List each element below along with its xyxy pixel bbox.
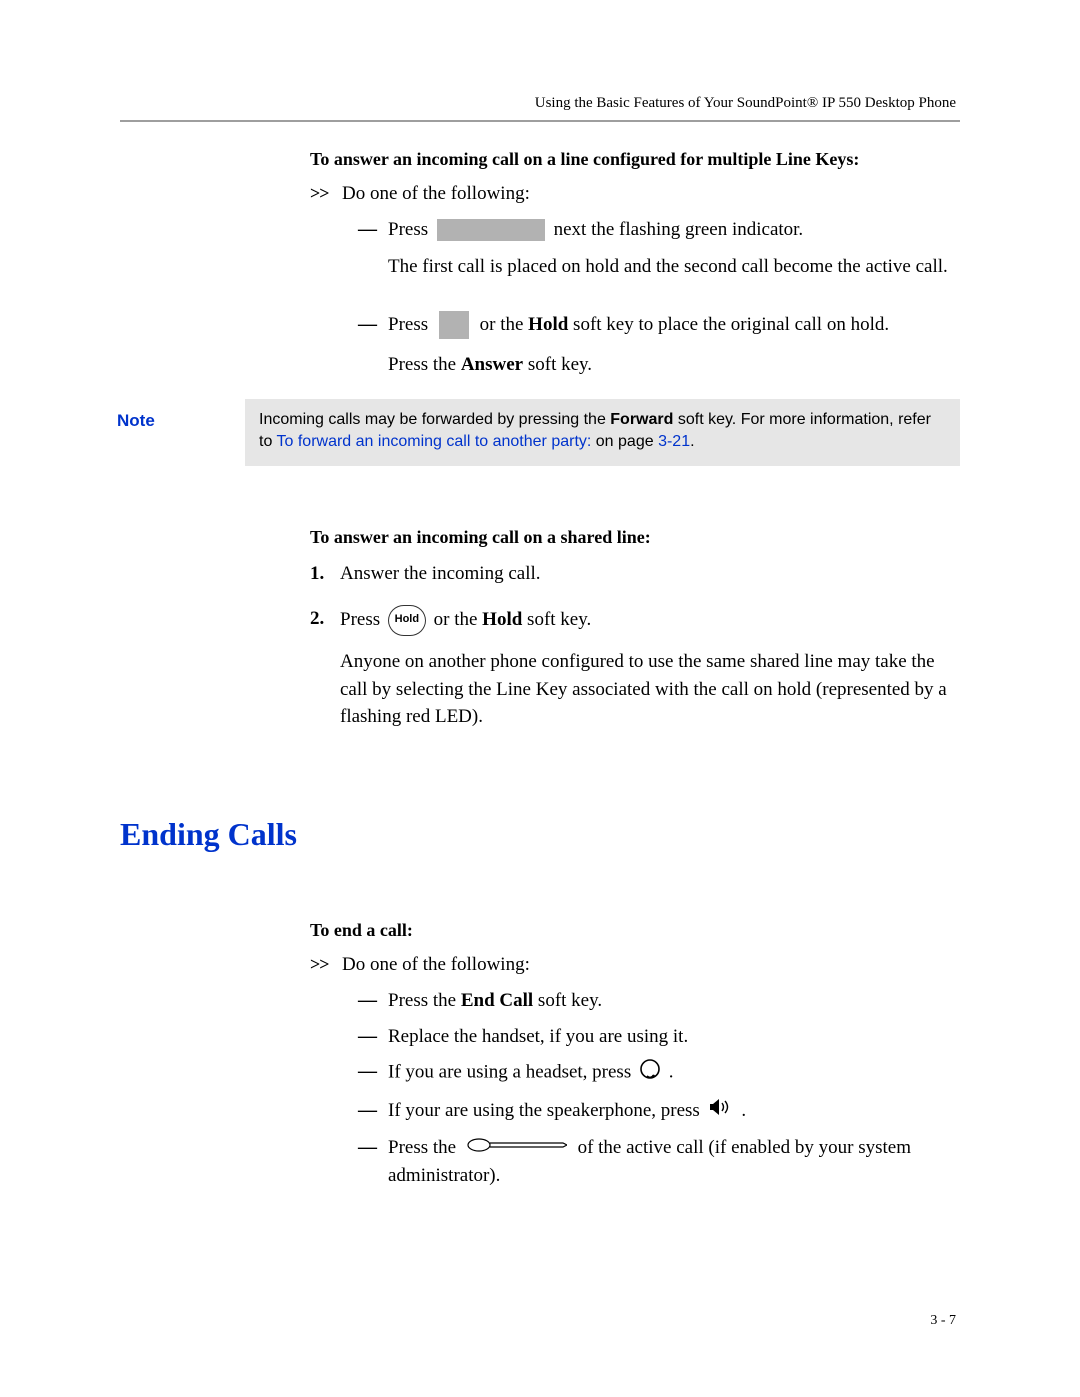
text: Press: [388, 219, 428, 240]
list-item: 2. Press Hold or the Hold soft key. Anyo…: [310, 605, 960, 731]
page: Using the Basic Features of Your SoundPo…: [0, 0, 1080, 1397]
ordered-list: 1. Answer the incoming call. 2. Press Ho…: [310, 560, 960, 731]
dash-marker: —: [358, 1058, 388, 1089]
heading-multiple-line-keys: To answer an incoming call on a line con…: [310, 146, 960, 172]
page-number: 3 - 7: [930, 1313, 956, 1329]
hold-button-icon: Hold: [388, 605, 426, 636]
text: If your are using the speakerphone, pres…: [388, 1100, 705, 1121]
note-body: Incoming calls may be forwarded by press…: [245, 399, 960, 466]
dash-body: Press or the Hold soft key to place the …: [388, 311, 889, 379]
hold-key-placeholder-icon: [439, 311, 469, 339]
text: Replace the handset, if you are using it…: [388, 1026, 688, 1047]
list-item: 1. Answer the incoming call.: [310, 560, 960, 588]
dash-item: — Press or the Hold soft key to place th…: [358, 311, 960, 379]
text: soft key.: [523, 354, 592, 375]
page-ref-link[interactable]: 3-21: [658, 433, 690, 450]
dash-body: Press the of the active call (if enabled…: [388, 1134, 960, 1190]
text: Press the: [388, 354, 461, 375]
bold: Forward: [610, 411, 673, 428]
headset-icon: [639, 1058, 661, 1089]
text: The first call is placed on hold and the…: [388, 256, 948, 277]
text: soft key.: [533, 990, 602, 1011]
dash-list-2: — Press the End Call soft key. — Replace…: [358, 987, 960, 1190]
text: soft key to place the original call on h…: [568, 314, 889, 335]
item-body: Press Hold or the Hold soft key. Anyone …: [340, 605, 960, 731]
text: or the: [480, 314, 529, 335]
text: Answer the incoming call.: [340, 560, 541, 588]
text: Press: [340, 609, 385, 630]
dash-body: If you are using a headset, press .: [388, 1058, 673, 1089]
header-rule: [120, 120, 960, 122]
line-key-placeholder-icon: [437, 219, 545, 241]
bold: Hold: [482, 609, 522, 630]
text: .: [690, 433, 694, 450]
arrow-marker: >>: [310, 951, 332, 977]
dash-marker: —: [358, 1023, 388, 1051]
dash-body: If your are using the speakerphone, pres…: [388, 1097, 746, 1126]
text: next the flashing green indicator.: [554, 219, 804, 240]
bold: End Call: [461, 990, 533, 1011]
bold: Hold: [528, 314, 568, 335]
line-key-icon: [467, 1134, 567, 1162]
text: Press: [388, 314, 428, 335]
dash-marker: —: [358, 311, 388, 379]
text: .: [669, 1062, 674, 1083]
lead-text: Do one of the following:: [342, 951, 530, 979]
text: Incoming calls may be forwarded by press…: [259, 411, 610, 428]
arrow-marker: >>: [310, 180, 332, 206]
dash-item: — Press the of the active call (if enabl…: [358, 1134, 960, 1190]
section-heading-ending-calls: Ending Calls: [120, 811, 960, 857]
dash-item: — Press the End Call soft key.: [358, 987, 960, 1015]
dash-item: — Replace the handset, if you are using …: [358, 1023, 960, 1051]
running-header: Using the Basic Features of Your SoundPo…: [120, 95, 960, 112]
item-number: 1.: [310, 560, 340, 588]
dash-item: — If you are using a headset, press .: [358, 1058, 960, 1089]
note-label: Note: [117, 409, 155, 434]
item-number: 2.: [310, 605, 340, 731]
heading-shared-line: To answer an incoming call on a shared l…: [310, 524, 960, 550]
body-content: To answer an incoming call on a line con…: [310, 146, 960, 1190]
text: or the: [434, 609, 483, 630]
text: soft key.: [522, 609, 591, 630]
dash-list-1: — Press next the flashing green indicato…: [358, 216, 960, 379]
dash-body: Press next the flashing green indicator.…: [388, 216, 948, 281]
dash-marker: —: [358, 1134, 388, 1190]
dash-marker: —: [358, 987, 388, 1015]
text: .: [741, 1100, 746, 1121]
dash-marker: —: [358, 1097, 388, 1126]
text: Press the: [388, 990, 461, 1011]
bold: Answer: [461, 354, 523, 375]
text: on page: [591, 433, 658, 450]
lead-text: Do one of the following:: [342, 180, 530, 208]
dash-body: Replace the handset, if you are using it…: [388, 1023, 688, 1051]
speakerphone-icon: [708, 1097, 734, 1126]
lead-row: >> Do one of the following:: [310, 180, 960, 208]
text: If you are using a headset, press: [388, 1062, 636, 1083]
note-link[interactable]: To forward an incoming call to another p…: [277, 433, 592, 450]
dash-body: Press the End Call soft key.: [388, 987, 602, 1015]
dash-item: — If your are using the speakerphone, pr…: [358, 1097, 960, 1126]
dash-marker: —: [358, 216, 388, 281]
lead-row: >> Do one of the following:: [310, 951, 960, 979]
dash-item: — Press next the flashing green indicato…: [358, 216, 960, 281]
text: Press the: [388, 1137, 461, 1158]
text: Anyone on another phone configured to us…: [340, 651, 947, 727]
note-block: Note Incoming calls may be forwarded by …: [245, 399, 960, 466]
heading-end-call: To end a call:: [310, 917, 960, 943]
